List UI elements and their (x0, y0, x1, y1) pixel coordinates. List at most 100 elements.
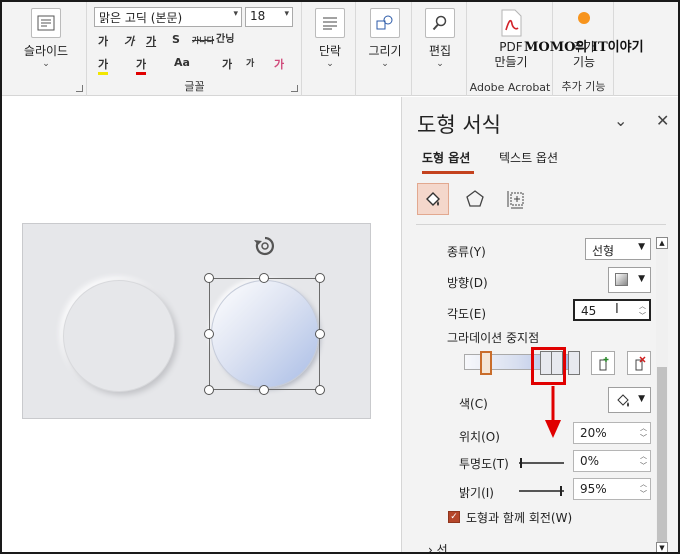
size-properties-icon[interactable] (501, 183, 533, 215)
slide-canvas[interactable] (2, 97, 401, 552)
dialog-launcher-icon[interactable] (291, 85, 298, 92)
brightness-label: 밝기(I) (459, 486, 494, 500)
active-tab-indicator (422, 171, 474, 174)
brightness-slider[interactable] (519, 490, 564, 492)
chevron-down-icon: ⌄ (42, 59, 50, 69)
bold-button[interactable]: 가 (98, 33, 108, 49)
chevron-down-icon: ⌄ (326, 59, 334, 69)
transparency-slider-thumb[interactable] (520, 458, 522, 468)
brightness-slider-thumb[interactable] (560, 486, 562, 496)
resize-handle-sw[interactable] (204, 385, 214, 395)
spin-arrows-icon[interactable]: ︿ ﹀ (640, 423, 647, 443)
spin-arrows-icon[interactable]: ︿ ﹀ (639, 301, 646, 321)
clear-format-button[interactable]: 가 (274, 56, 284, 72)
drawing-button[interactable]: 그리기 ⌄ (367, 8, 403, 69)
chevron-down-icon: ▼ (638, 394, 645, 404)
direction-swatch-icon (615, 273, 628, 286)
gradient-stop-4[interactable] (568, 351, 580, 375)
line-section-header[interactable]: › 선 (428, 541, 448, 554)
gradient-stop-1[interactable] (480, 351, 492, 375)
dialog-launcher-icon[interactable] (76, 85, 83, 92)
spin-arrows-icon[interactable]: ︿ ﹀ (640, 451, 647, 471)
tab-text-options[interactable]: 텍스트 옵션 (499, 149, 558, 166)
transparency-slider[interactable] (519, 462, 564, 464)
resize-handle-n[interactable] (259, 273, 269, 283)
spin-arrows-icon[interactable]: ︿ ﹀ (640, 479, 647, 499)
paragraph-group: 단락 ⌄ (303, 2, 356, 96)
font-name-select[interactable]: 맑은 고딕 (본문) ▾ (94, 7, 242, 27)
position-value: 20% (580, 426, 607, 440)
rotate-handle-icon[interactable] (253, 234, 277, 258)
direction-select[interactable]: ▼ (608, 267, 651, 293)
paragraph-icon (315, 8, 345, 38)
editing-button[interactable]: 편집 ⌄ (423, 8, 457, 69)
resize-handle-w[interactable] (204, 329, 214, 339)
format-shape-panel: 도형 서식 ⌄ ✕ 도형 옵션 텍스트 옵션 종류(Y) 선형 ▼ 방향(D) … (401, 97, 678, 554)
text-cursor-icon: I (615, 302, 619, 317)
slide[interactable] (22, 223, 371, 419)
underline-button[interactable]: 가 (146, 33, 156, 49)
transparency-value: 0% (580, 454, 600, 468)
resize-handle-ne[interactable] (315, 273, 325, 283)
resize-handle-nw[interactable] (204, 273, 214, 283)
scroll-up-icon[interactable]: ▲ (656, 237, 668, 249)
angle-label: 각도(E) (447, 307, 487, 321)
scroll-thumb[interactable] (657, 367, 667, 547)
spacing-button[interactable]: 간닝 (216, 30, 234, 45)
chevron-right-icon: › (428, 543, 433, 554)
change-case-button[interactable]: Aa (174, 56, 190, 69)
resize-handle-se[interactable] (315, 385, 325, 395)
resize-handle-s[interactable] (259, 385, 269, 395)
addins-label-2: 기능 (572, 55, 596, 69)
brightness-input[interactable]: 95% ︿ ﹀ (573, 478, 651, 500)
acrobat-group-label: Adobe Acrobat (469, 81, 551, 94)
neumorphic-circle-left[interactable] (63, 280, 175, 392)
chevron-down-icon: ▾ (233, 9, 238, 19)
gradient-type-select[interactable]: 선형 ▼ (585, 238, 651, 260)
strikethrough-button[interactable]: 가나다 (192, 35, 214, 46)
tab-shape-options[interactable]: 도형 옵션 (422, 149, 470, 166)
panel-options-icon[interactable]: ⌄ (614, 111, 627, 130)
panel-title: 도형 서식 (417, 113, 501, 137)
font-color-button[interactable]: 가 (136, 56, 147, 75)
angle-value: 45 (581, 304, 597, 318)
fill-line-icon[interactable] (417, 183, 449, 215)
add-gradient-stop-button[interactable] (591, 351, 615, 375)
highlight-button[interactable]: 가 (98, 56, 109, 75)
italic-button[interactable]: 가 (124, 33, 134, 49)
angle-input[interactable]: 45 I ︿ ﹀ (573, 299, 651, 321)
rotate-with-shape-checkbox[interactable]: ✓ (448, 511, 460, 523)
effects-icon[interactable] (459, 183, 491, 215)
ribbon: 슬라이드 ⌄ 맑은 고딕 (본문) ▾ 18 ▾ 가 가 가 S 가나다 간닝 … (2, 2, 678, 96)
editing-group: 편집 ⌄ (413, 2, 467, 96)
pdf-icon (496, 8, 526, 40)
paragraph-label: 단락 (318, 44, 342, 58)
chevron-down-icon: ▼ (638, 242, 645, 252)
search-icon (425, 8, 455, 38)
increase-font-button[interactable]: 가 (222, 56, 232, 72)
shadow-button[interactable]: S (172, 33, 180, 46)
color-picker[interactable]: ▼ (608, 387, 651, 413)
color-label: 색(C) (459, 397, 488, 411)
add-stop-icon (599, 357, 609, 371)
font-size-value: 18 (250, 9, 266, 23)
watermark-text: MOMO의 IT이야기 (524, 40, 644, 55)
panel-scrollbar[interactable]: ▲ ▼ (656, 237, 668, 552)
drawing-label: 그리기 (368, 44, 402, 58)
remove-gradient-stop-button[interactable] (627, 351, 651, 375)
slides-button[interactable]: 슬라이드 ⌄ (20, 8, 72, 69)
position-input[interactable]: 20% ︿ ﹀ (573, 422, 651, 444)
font-size-select[interactable]: 18 ▾ (245, 7, 293, 27)
chevron-down-icon: ▾ (284, 9, 289, 19)
font-group: 맑은 고딕 (본문) ▾ 18 ▾ 가 가 가 S 가나다 간닝 가 가 Aa … (88, 2, 302, 96)
transparency-input[interactable]: 0% ︿ ﹀ (573, 450, 651, 472)
rotate-with-shape-label: 도형과 함께 회전(W) (466, 511, 573, 525)
paragraph-button[interactable]: 단락 ⌄ (313, 8, 347, 69)
font-name-value: 맑은 고딕 (본문) (99, 11, 183, 25)
resize-handle-e[interactable] (315, 329, 325, 339)
decrease-font-button[interactable]: 가 (246, 56, 254, 69)
close-icon[interactable]: ✕ (656, 111, 669, 130)
slides-group: 슬라이드 ⌄ (2, 2, 87, 96)
scroll-down-icon[interactable]: ▼ (656, 542, 668, 552)
arrow-down-icon (545, 386, 561, 438)
